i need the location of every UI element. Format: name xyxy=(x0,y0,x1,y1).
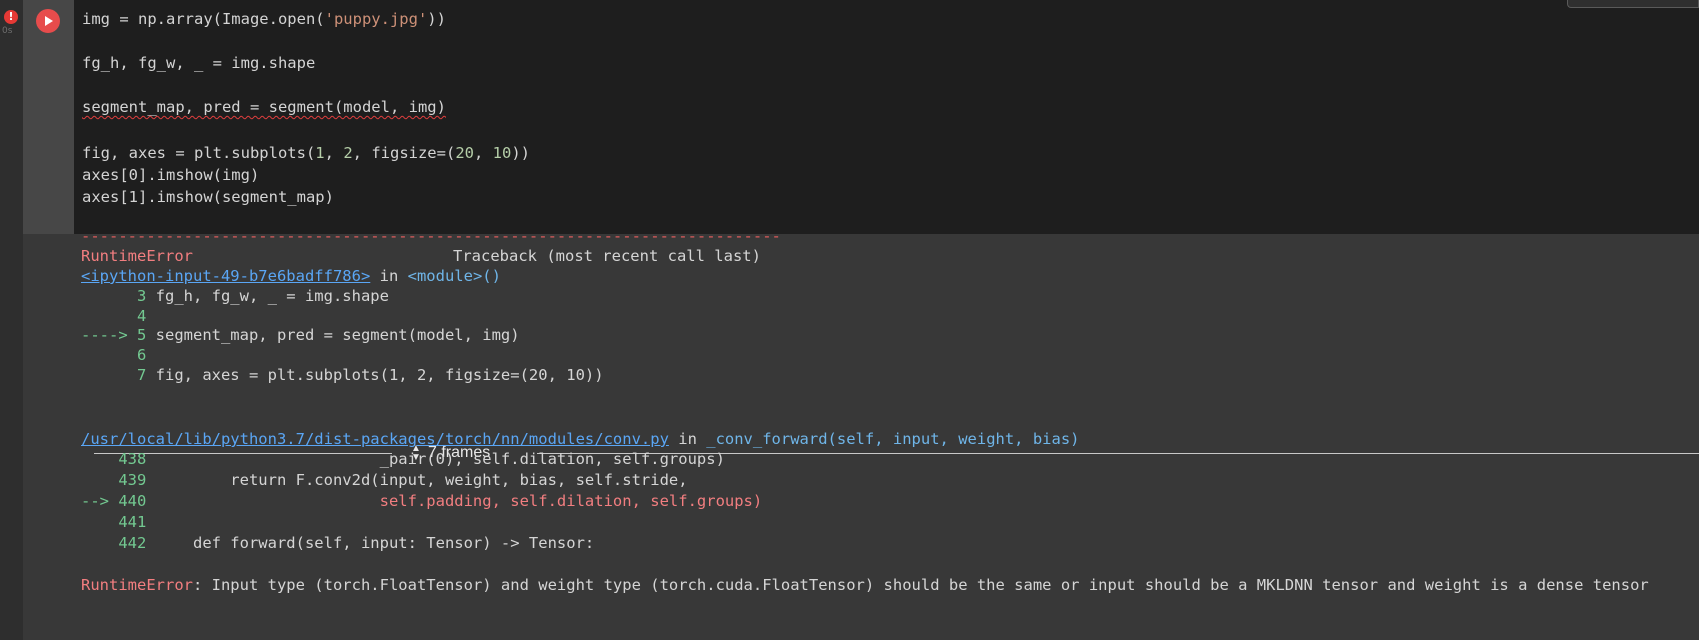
line-number: 438 xyxy=(81,450,156,468)
traceback-code: return F.conv2d(input, weight, bias, sel… xyxy=(155,471,688,489)
line-number: 441 xyxy=(81,513,156,531)
error-status-icon[interactable]: ! xyxy=(4,10,18,24)
traceback-code: def forward(self, input: Tensor) -> Tens… xyxy=(155,534,595,552)
traceback-line: 4 xyxy=(81,306,156,327)
code-text: img = np.array(Image.open( xyxy=(82,10,325,28)
traceback-header: RuntimeError Traceback (most recent call … xyxy=(81,246,761,267)
line-number: 7 xyxy=(81,366,156,384)
frame-in: in xyxy=(370,267,408,285)
line-number: 439 xyxy=(81,471,156,489)
run-column xyxy=(23,0,74,234)
frame-header: <ipython-input-49-b7e6badff786> in <modu… xyxy=(81,266,501,287)
traceback-line: 442 def forward(self, input: Tensor) -> … xyxy=(81,533,594,554)
play-icon xyxy=(45,16,53,26)
code-number: 2 xyxy=(343,144,353,162)
execution-time: 0s xyxy=(2,26,13,36)
code-text: fg_h, fg_w, _ = img.shape xyxy=(82,54,316,72)
code-text: )) xyxy=(511,144,530,162)
traceback-line: 439 return F.conv2d(input, weight, bias,… xyxy=(81,470,688,491)
source-link[interactable]: /usr/local/lib/python3.7/dist-packages/t… xyxy=(81,430,669,448)
error-message: : Input type (torch.FloatTensor) and wei… xyxy=(192,576,1649,594)
error-name: RuntimeError xyxy=(81,247,193,265)
line-number: 442 xyxy=(81,534,156,552)
code-editor[interactable]: img = np.array(Image.open('puppy.jpg')) … xyxy=(74,0,1699,234)
code-text: axes[1].imshow(segment_map) xyxy=(82,188,334,206)
code-text: , xyxy=(473,144,493,162)
traceback-code: fig, axes = plt.subplots(1, 2, figsize=(… xyxy=(155,366,604,384)
code-line[interactable]: axes[0].imshow(img) xyxy=(82,164,259,186)
error-name: RuntimeError xyxy=(81,576,193,594)
frame-location: <module>() xyxy=(407,267,501,285)
traceback-line-current: --> 440 self.padding, self.dilation, sel… xyxy=(81,491,762,512)
code-line[interactable]: axes[1].imshow(segment_map) xyxy=(82,186,334,208)
traceback-line: 438 _pair(0), self.dilation, self.groups… xyxy=(81,449,725,470)
traceback-separator: ----------------------------------------… xyxy=(81,227,781,245)
traceback-code: self.padding, self.dilation, self.groups… xyxy=(155,492,763,510)
code-number: 10 xyxy=(492,144,512,162)
final-error-message: RuntimeError: Input type (torch.FloatTen… xyxy=(81,575,1649,596)
line-number: ----> 5 xyxy=(81,326,156,344)
traceback-line-current: ----> 5 segment_map, pred = segment(mode… xyxy=(81,325,520,346)
code-number: 1 xyxy=(315,144,325,162)
traceback-label: Traceback (most recent call last) xyxy=(453,247,761,265)
frame-in: in xyxy=(668,430,707,448)
traceback-line: 6 xyxy=(81,345,156,366)
code-text: axes[0].imshow(img) xyxy=(82,166,260,184)
frame-header: /usr/local/lib/python3.7/dist-packages/t… xyxy=(81,429,1080,450)
code-text: , figsize=( xyxy=(352,144,456,162)
cell-gutter: ! 0s xyxy=(0,0,23,640)
line-number: 6 xyxy=(81,346,156,364)
cell-output: ----------------------------------------… xyxy=(74,227,1699,640)
code-text: )) xyxy=(427,10,446,28)
code-number: 20 xyxy=(455,144,474,162)
toolbar-fragment xyxy=(1567,0,1699,8)
frame-location: _conv_forward(self, input, weight, bias) xyxy=(706,430,1080,448)
code-text: , xyxy=(324,144,344,162)
source-link[interactable]: <ipython-input-49-b7e6badff786> xyxy=(81,267,370,285)
traceback-code: fg_h, fg_w, _ = img.shape xyxy=(155,287,389,305)
code-line[interactable]: fg_h, fg_w, _ = img.shape xyxy=(82,52,315,74)
traceback-line: 7 fig, axes = plt.subplots(1, 2, figsize… xyxy=(81,365,604,386)
traceback-line: 3 fg_h, fg_w, _ = img.shape xyxy=(81,286,389,307)
code-line[interactable]: img = np.array(Image.open('puppy.jpg')) xyxy=(82,8,446,30)
traceback-line: 441 xyxy=(81,512,156,533)
code-string: 'puppy.jpg' xyxy=(324,10,428,28)
code-text-with-error-squiggle: segment_map, pred = segment(model, img) xyxy=(82,98,446,116)
code-line[interactable]: fig, axes = plt.subplots(1, 2, figsize=(… xyxy=(82,142,530,164)
traceback-code: _pair(0), self.dilation, self.groups) xyxy=(155,450,725,468)
code-line[interactable]: segment_map, pred = segment(model, img) xyxy=(82,96,446,118)
traceback-code: segment_map, pred = segment(model, img) xyxy=(155,326,520,344)
line-number: --> 440 xyxy=(81,492,156,510)
run-cell-button[interactable] xyxy=(36,9,60,33)
line-number: 4 xyxy=(81,307,156,325)
code-text: fig, axes = plt.subplots( xyxy=(82,144,316,162)
line-number: 3 xyxy=(81,287,156,305)
